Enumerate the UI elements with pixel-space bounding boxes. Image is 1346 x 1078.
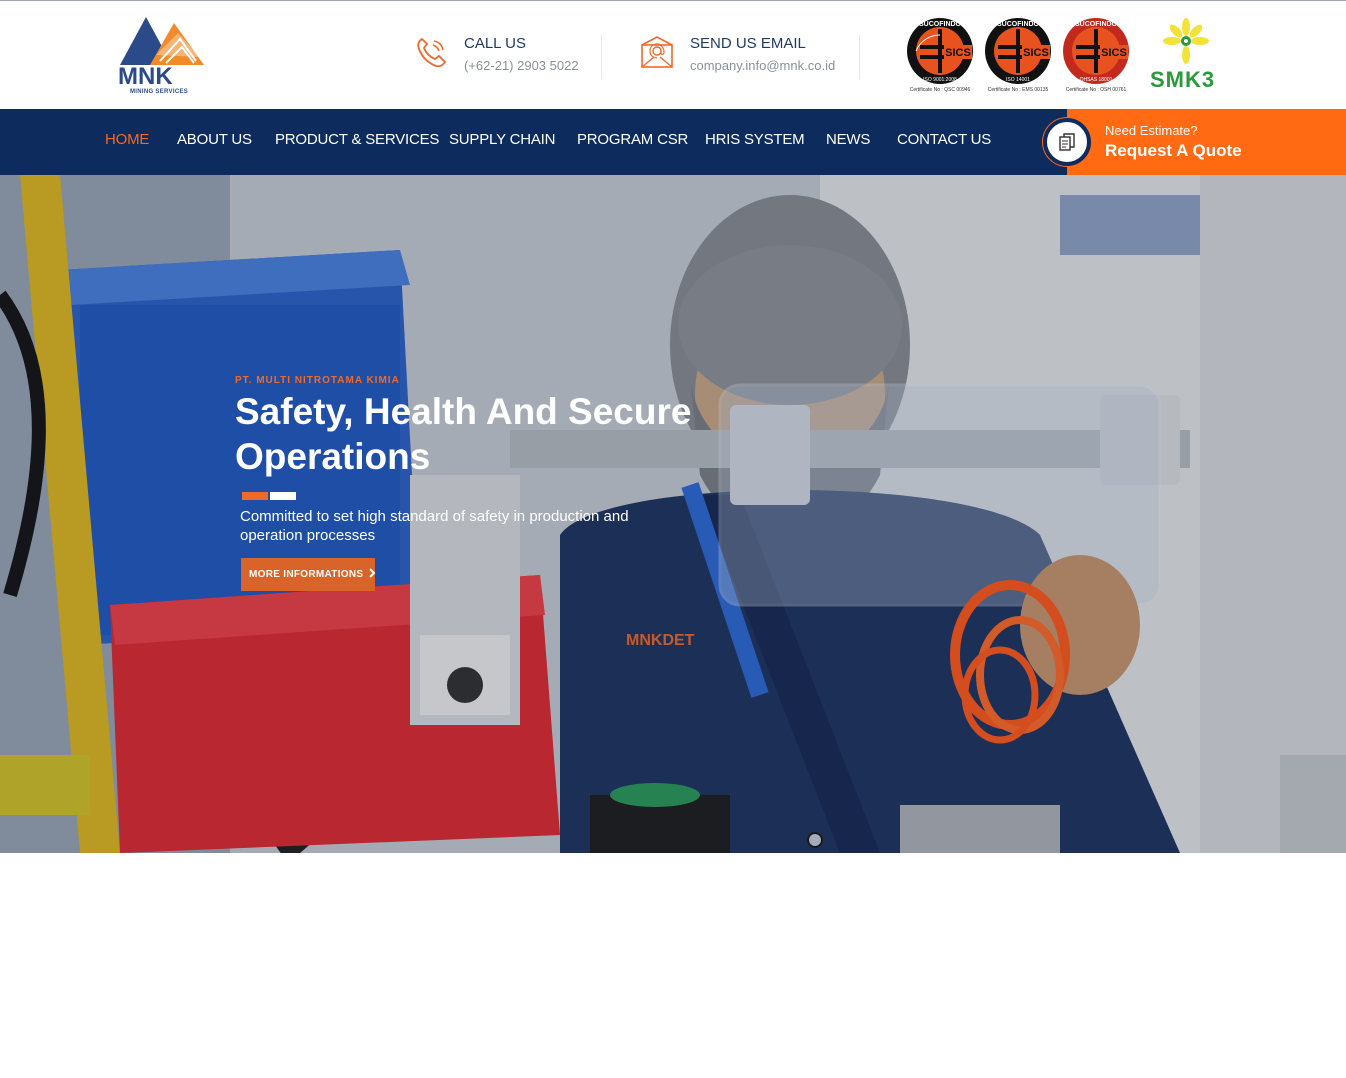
accent-bar-white xyxy=(270,492,296,500)
svg-text:SUCOFINDO: SUCOFINDO xyxy=(919,21,962,28)
quote-label: Request A Quote xyxy=(1105,141,1242,160)
call-us-number[interactable]: (+62-21) 2903 5022 xyxy=(464,58,579,73)
mail-icon xyxy=(641,36,673,68)
hero-dark-overlay xyxy=(0,175,1346,853)
logo-mark-icon xyxy=(120,17,204,65)
call-us-block[interactable]: CALL US (+62-21) 2903 5022 xyxy=(414,31,604,81)
smk3-emblem-icon xyxy=(1163,18,1209,64)
smk3-wordmark: SMK3 xyxy=(1150,67,1216,92)
nav-item-program-csr[interactable]: PROGRAM CSR xyxy=(577,131,688,148)
email-title: SEND US EMAIL xyxy=(690,35,806,52)
nav-item-news[interactable]: NEWS xyxy=(826,131,870,148)
hero-eyebrow: PT. MULTI NITROTAMA KIMIA xyxy=(235,375,400,386)
certification-badge: SICS SUCOFINDO OHSAS 18001 Certificate N… xyxy=(1060,17,1132,95)
more-informations-label: MORE INFORMATIONS xyxy=(249,569,364,580)
certification-badge: SICS SUCOFINDO ISO 14001 Certificate No … xyxy=(982,17,1054,95)
nav-item-about-us[interactable]: ABOUT US xyxy=(177,131,252,148)
sucofindo-seal-icon: SICS SUCOFINDO ISO 14001 xyxy=(985,18,1051,84)
svg-text:SICS: SICS xyxy=(945,47,971,59)
hero-title: Safety, Health And Secure Operations xyxy=(235,391,692,477)
certificate-caption: Certificate No : OSH 00761 xyxy=(1065,87,1127,93)
slider-pause-indicator[interactable] xyxy=(807,832,823,848)
svg-text:ISO 14001: ISO 14001 xyxy=(1006,77,1030,83)
certificate-caption: Certificate No : EMS 00135 xyxy=(987,87,1049,93)
accent-bar-orange xyxy=(242,492,268,500)
svg-text:SUCOFINDO: SUCOFINDO xyxy=(1075,21,1118,28)
nav-item-hris-system[interactable]: HRIS SYSTEM xyxy=(705,131,805,148)
request-quote-button[interactable]: Need Estimate? Request A Quote xyxy=(1043,109,1346,175)
call-us-title: CALL US xyxy=(464,35,526,52)
svg-text:SICS: SICS xyxy=(1023,47,1049,59)
hero-subtitle: Committed to set high standard of safety… xyxy=(240,508,629,544)
company-logo[interactable]: MNK MINING SERVICES xyxy=(116,15,208,99)
sucofindo-seal-icon: SICS SUCOFINDO ISO 9001:2008 xyxy=(907,18,973,84)
svg-text:SICS: SICS xyxy=(1101,47,1127,59)
certificate-caption: Certificate No : QSC 00946 xyxy=(909,87,971,93)
nav-item-product-services[interactable]: PRODUCT & SERVICES xyxy=(275,131,439,148)
chevron-right-icon xyxy=(369,568,376,578)
nav-item-supply-chain[interactable]: SUPPLY CHAIN xyxy=(449,131,555,148)
email-address[interactable]: company.info@mnk.co.id xyxy=(690,58,835,73)
email-block[interactable]: SEND US EMAIL company.info@mnk.co.id xyxy=(640,31,860,81)
header-divider xyxy=(859,35,860,79)
nav-item-home[interactable]: HOME xyxy=(105,131,149,148)
nav-item-contact-us[interactable]: CONTACT US xyxy=(897,131,991,148)
svg-text:OHSAS 18001: OHSAS 18001 xyxy=(1080,77,1113,83)
document-copy-icon xyxy=(1059,133,1075,151)
smk3-logo: SMK3 xyxy=(1148,15,1240,95)
site-header: MNK MINING SERVICES CALL US (+62-21) 290… xyxy=(0,1,1346,109)
sucofindo-seal-icon: SICS SUCOFINDO OHSAS 18001 xyxy=(1063,18,1129,84)
more-informations-button[interactable]: MORE INFORMATIONS xyxy=(241,558,376,591)
quote-icon-circle xyxy=(1043,118,1091,166)
quote-eyebrow: Need Estimate? xyxy=(1105,123,1198,138)
phone-icon xyxy=(417,37,447,68)
hero-slider: MNKDET PT. MULTI NITROTAMA KIMIA Safety,… xyxy=(0,175,1346,853)
header-divider xyxy=(601,35,602,79)
svg-text:SUCOFINDO: SUCOFINDO xyxy=(997,21,1040,28)
hero-accent-bars xyxy=(242,492,298,500)
logo-tagline: MINING SERVICES xyxy=(130,89,189,95)
svg-text:ISO 9001:2008: ISO 9001:2008 xyxy=(923,77,957,83)
logo-wordmark: MNK xyxy=(118,63,173,90)
certification-badge: SICS SUCOFINDO ISO 9001:2008 Certificate… xyxy=(904,17,976,95)
main-navigation: HOME ABOUT US PRODUCT & SERVICES SUPPLY … xyxy=(0,109,1346,175)
